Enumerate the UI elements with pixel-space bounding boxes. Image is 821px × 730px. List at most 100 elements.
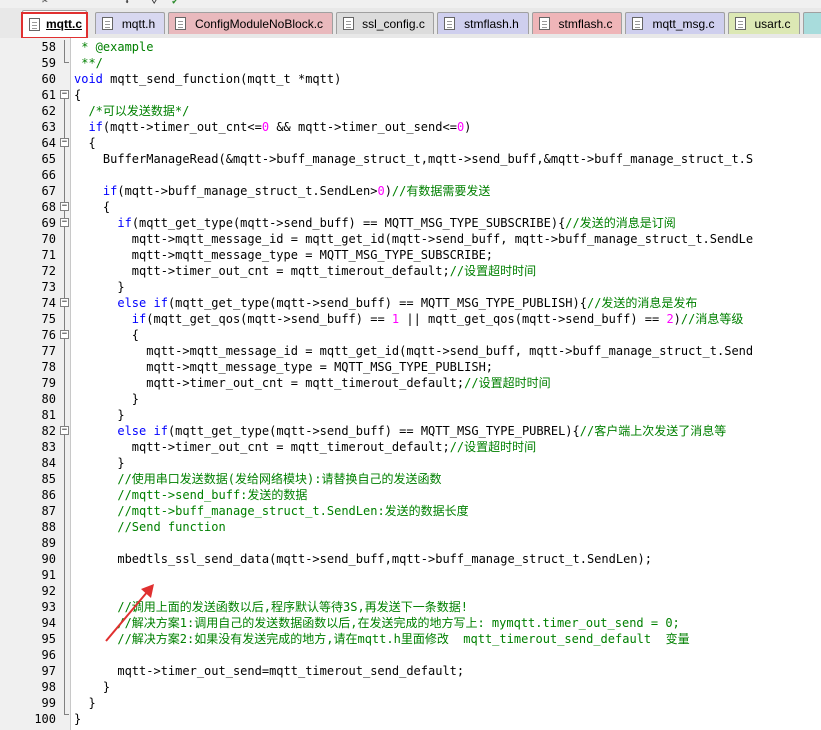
line-number: 78 xyxy=(41,360,56,374)
line-number: 94 xyxy=(41,616,56,630)
tab-label: mqtt.h xyxy=(121,16,156,31)
cut-icon[interactable]: ✂ xyxy=(42,0,48,7)
fold-toggle-icon[interactable]: − xyxy=(60,330,69,339)
fold-guide-end xyxy=(64,62,69,63)
code-line[interactable]: { xyxy=(74,87,81,103)
line-number: 97 xyxy=(41,664,56,678)
code-line[interactable]: * @example xyxy=(74,39,153,55)
file-tab-bar: mqtt.c mqtt.h ConfigModuleNoBlock.c ssl_… xyxy=(0,8,821,39)
line-number: 75 xyxy=(41,312,56,326)
line-number: 60 xyxy=(41,72,56,86)
line-number: 62 xyxy=(41,104,56,118)
code-line[interactable]: if(mqtt_get_qos(mqtt->send_buff) == 1 ||… xyxy=(74,311,744,327)
line-number: 64 xyxy=(41,136,56,150)
code-line[interactable]: else if(mqtt_get_type(mqtt->send_buff) =… xyxy=(74,423,726,439)
line-number: 73 xyxy=(41,280,56,294)
fold-toggle-icon[interactable]: − xyxy=(60,138,69,147)
tab-stmflash-h[interactable]: stmflash.h xyxy=(437,12,529,34)
line-number: 58 xyxy=(41,40,56,54)
fold-guide-end xyxy=(64,714,69,715)
line-number: 80 xyxy=(41,392,56,406)
code-line[interactable]: mqtt->mqtt_message_type = MQTT_MSG_TYPE_… xyxy=(74,359,493,375)
active-tab-highlight-box xyxy=(21,12,88,39)
h-file-icon xyxy=(102,17,113,30)
code-line[interactable]: mqtt->mqtt_message_type = MQTT_MSG_TYPE_… xyxy=(74,247,493,263)
download-icon[interactable]: ⬇ xyxy=(124,0,130,7)
line-number: 88 xyxy=(41,520,56,534)
code-line[interactable]: //解决方案2:如果没有发送完成的地方,请在mqtt.h里面修改 mqtt_ti… xyxy=(74,631,689,647)
tab-label: ConfigModuleNoBlock.c xyxy=(194,16,324,31)
code-line[interactable]: } xyxy=(74,711,81,727)
code-line[interactable]: mqtt->timer_out_cnt = mqtt_timerout_defa… xyxy=(74,263,536,279)
code-line[interactable]: mqtt->mqtt_message_id = mqtt_get_id(mqtt… xyxy=(74,343,753,359)
annotation-arrow xyxy=(105,584,154,642)
line-number: 86 xyxy=(41,488,56,502)
code-line[interactable]: } xyxy=(74,391,139,407)
line-number: 98 xyxy=(41,680,56,694)
fold-toggle-icon[interactable]: − xyxy=(60,426,69,435)
line-number: 67 xyxy=(41,184,56,198)
line-number: 84 xyxy=(41,456,56,470)
code-line[interactable]: BufferManageRead(&mqtt->buff_manage_stru… xyxy=(74,151,753,167)
code-line[interactable]: /*可以发送数据*/ xyxy=(74,103,189,119)
fold-toggle-icon[interactable]: − xyxy=(60,298,69,307)
line-number: 87 xyxy=(41,504,56,518)
line-number: 79 xyxy=(41,376,56,390)
tab-label: usart.c xyxy=(754,16,791,31)
c-file-icon xyxy=(632,17,643,30)
line-number: 74 xyxy=(41,296,56,310)
line-number: 96 xyxy=(41,648,56,662)
fold-toggle-icon[interactable]: − xyxy=(60,90,69,99)
tab-mqtt-msg-c[interactable]: mqtt_msg.c xyxy=(625,12,725,34)
line-number: 66 xyxy=(41,168,56,182)
check-icon[interactable]: ✔ xyxy=(172,0,178,7)
tab-overflow[interactable] xyxy=(803,12,821,34)
code-line[interactable]: } xyxy=(74,455,124,471)
fold-toggle-icon[interactable]: − xyxy=(60,202,69,211)
toolbar: ✂ ⬇ ⛛ ✔ xyxy=(0,0,821,8)
line-number: 83 xyxy=(41,440,56,454)
tab-mqtt-h[interactable]: mqtt.h xyxy=(95,12,165,34)
code-line[interactable]: } xyxy=(74,407,124,423)
c-file-icon xyxy=(343,17,354,30)
code-line[interactable]: **/ xyxy=(74,55,103,71)
code-line[interactable]: mqtt->timer_out_cnt = mqtt_timerout_defa… xyxy=(74,439,536,455)
code-line[interactable]: //解决方案1:调用自己的发送数据函数以后,在发送完成的地方写上: mymqtt… xyxy=(74,615,679,631)
code-line[interactable]: if(mqtt_get_type(mqtt->send_buff) == MQT… xyxy=(74,215,675,231)
code-line[interactable]: } xyxy=(74,695,95,711)
tab-configmodulenoblock-c[interactable]: ConfigModuleNoBlock.c xyxy=(168,12,333,34)
code-editor[interactable]: − − − − − − − 58 59 60 61 62 63 64 65 66 67 68 69 70… xyxy=(0,38,821,730)
line-number: 72 xyxy=(41,264,56,278)
code-line[interactable]: void mqtt_send_function(mqtt_t *mqtt) xyxy=(74,71,341,87)
code-line[interactable]: { xyxy=(74,199,110,215)
code-line[interactable]: else if(mqtt_get_type(mqtt->send_buff) =… xyxy=(74,295,697,311)
line-number: 85 xyxy=(41,472,56,486)
c-file-icon xyxy=(175,17,186,30)
tab-ssl-config-c[interactable]: ssl_config.c xyxy=(336,12,434,34)
code-line[interactable]: { xyxy=(74,327,139,343)
code-line[interactable]: } xyxy=(74,279,124,295)
code-line[interactable]: mbedtls_ssl_send_data(mqtt->send_buff,mq… xyxy=(74,551,652,567)
code-line[interactable]: mqtt->timer_out_cnt = mqtt_timerout_defa… xyxy=(74,375,550,391)
line-number: 59 xyxy=(41,56,56,70)
line-number: 65 xyxy=(41,152,56,166)
code-line[interactable]: //mqtt->send_buff:发送的数据 xyxy=(74,487,307,503)
code-line[interactable]: //使用串口发送数据(发给网络模块):请替换自己的发送函数 xyxy=(74,471,441,487)
filter-icon[interactable]: ⛛ xyxy=(150,0,158,7)
code-line[interactable]: if(mqtt->timer_out_cnt<=0 && mqtt->timer… xyxy=(74,119,471,135)
code-line[interactable]: { xyxy=(74,135,95,151)
line-number: 76 xyxy=(41,328,56,342)
line-number: 95 xyxy=(41,632,56,646)
line-number: 61 xyxy=(41,88,56,102)
code-line[interactable]: mqtt->timer_out_send=mqtt_timerout_send_… xyxy=(74,663,464,679)
code-line[interactable]: //Send function xyxy=(74,519,225,535)
fold-guide xyxy=(64,99,65,714)
tab-usart-c[interactable]: usart.c xyxy=(728,12,800,34)
tab-stmflash-c[interactable]: stmflash.c xyxy=(532,12,622,34)
code-line[interactable]: } xyxy=(74,679,110,695)
code-line[interactable]: mqtt->mqtt_message_id = mqtt_get_id(mqtt… xyxy=(74,231,753,247)
fold-toggle-icon[interactable]: − xyxy=(60,218,69,227)
code-line[interactable]: if(mqtt->buff_manage_struct_t.SendLen>0)… xyxy=(74,183,490,199)
line-number: 82 xyxy=(41,424,56,438)
code-line[interactable]: //mqtt->buff_manage_struct_t.SendLen:发送的… xyxy=(74,503,468,519)
